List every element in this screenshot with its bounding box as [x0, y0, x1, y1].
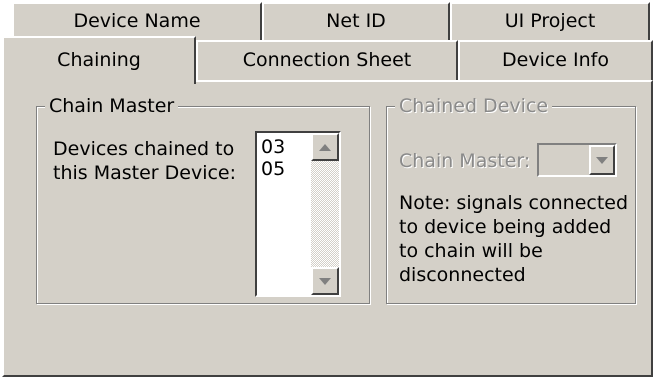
- list-item[interactable]: 03: [261, 136, 285, 158]
- chevron-down-icon: [596, 156, 608, 164]
- chained-devices-list[interactable]: 03 05: [255, 131, 341, 297]
- devices-chained-label-line2: this Master Device:: [53, 162, 237, 184]
- note-line: to device being added: [399, 216, 612, 238]
- note-line: Note: signals connected: [399, 192, 629, 214]
- tab-net-id[interactable]: Net ID: [262, 2, 450, 40]
- chained-device-title: Chained Device: [395, 93, 553, 119]
- list-scrollbar[interactable]: [311, 133, 339, 295]
- chain-note: Note: signals connected to device being …: [399, 191, 628, 287]
- chaining-panel: Chain Master Devices chained to this Mas…: [2, 80, 653, 377]
- devices-chained-label-line1: Devices chained to: [53, 138, 235, 160]
- tab-connection-sheet[interactable]: Connection Sheet: [196, 40, 458, 80]
- chain-master-group: Chain Master Devices chained to this Mas…: [36, 93, 370, 304]
- list-item[interactable]: 05: [261, 158, 285, 180]
- chained-device-group: Chained Device Chain Master: Note: signa…: [386, 93, 636, 304]
- tab-device-name[interactable]: Device Name: [12, 2, 262, 40]
- chain-master-title: Chain Master: [45, 93, 179, 119]
- scroll-down-button[interactable]: [311, 267, 339, 295]
- note-line: disconnected: [399, 264, 526, 286]
- down-arrow-icon: [319, 277, 331, 285]
- tab-strip: Device Name Net ID UI Project Connection…: [0, 0, 655, 90]
- tab-chaining[interactable]: Chaining: [2, 36, 196, 84]
- tab-device-info[interactable]: Device Info: [458, 40, 653, 80]
- tab-ui-project[interactable]: UI Project: [450, 2, 650, 40]
- dropdown-button[interactable]: [589, 145, 615, 175]
- note-line: to chain will be: [399, 240, 543, 262]
- chain-master-label: Chain Master:: [399, 150, 531, 172]
- up-arrow-icon: [319, 143, 331, 151]
- chain-master-select[interactable]: [537, 143, 617, 177]
- scroll-up-button[interactable]: [311, 133, 339, 161]
